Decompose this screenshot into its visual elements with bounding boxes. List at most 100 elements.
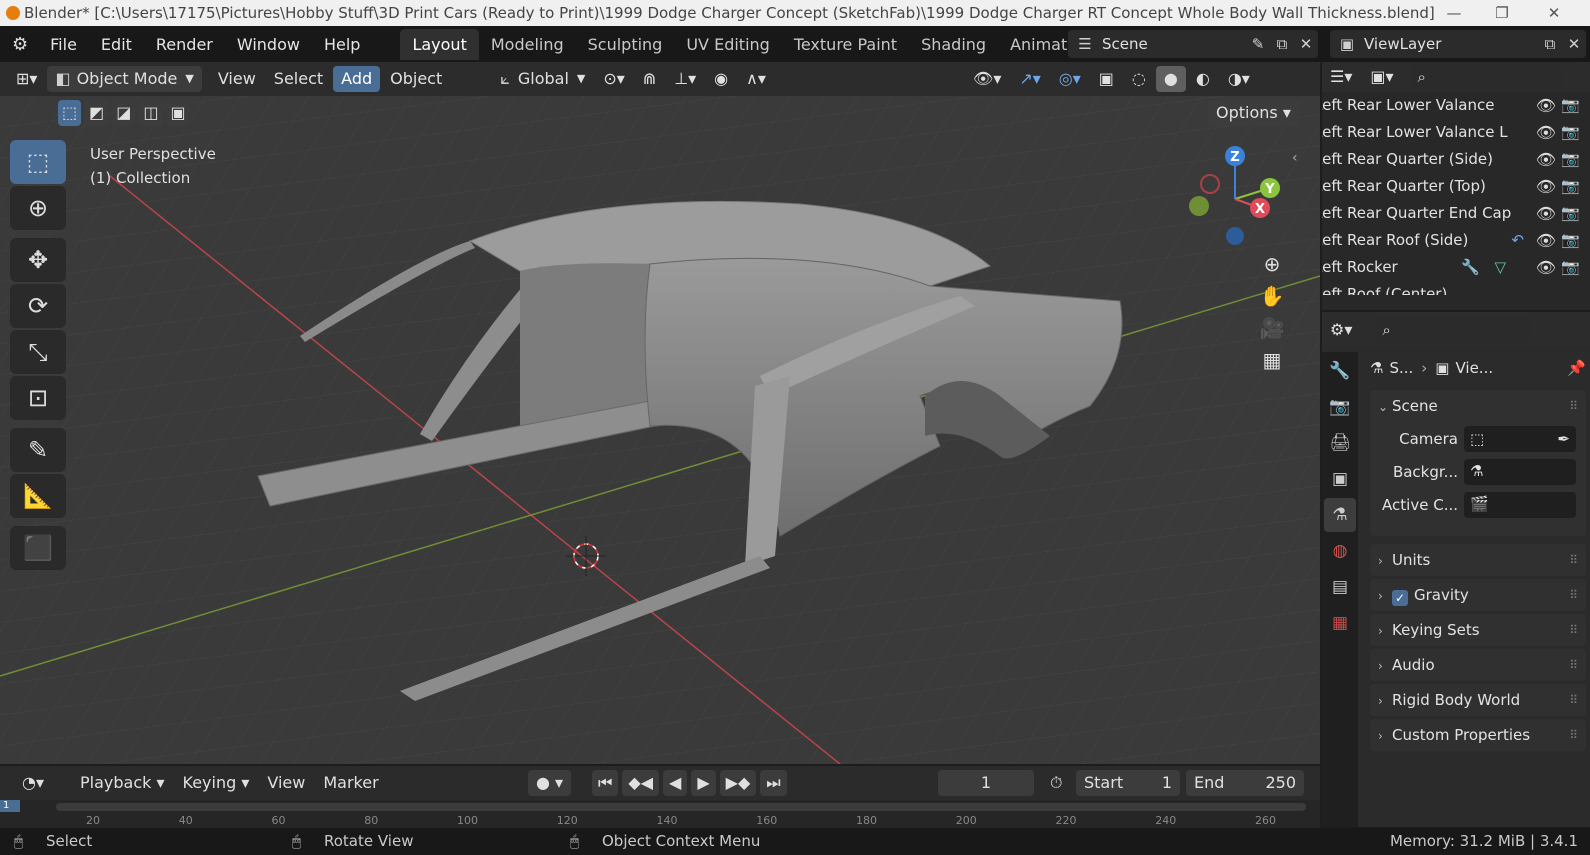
scene-panel-header[interactable]: ⌄ Scene ⠿ <box>1370 390 1586 422</box>
drag-handle-icon[interactable]: ⠿ <box>1569 579 1578 611</box>
transform-tool-icon[interactable]: ⊡ <box>10 376 66 420</box>
camera-view-icon[interactable]: 🎥 <box>1260 316 1285 340</box>
add-cube-tool-icon[interactable]: ⬛ <box>10 526 66 570</box>
outliner-item[interactable]: Left Rocker 🔧 ▽ 👁 📷 <box>1322 254 1590 281</box>
drag-handle-icon[interactable]: ⠿ <box>1569 614 1578 646</box>
gizmo-neg-y[interactable] <box>1189 196 1209 216</box>
camera-icon[interactable]: 📷 <box>1561 119 1580 146</box>
view-layer-tab-icon[interactable]: ▣ <box>1324 462 1356 496</box>
display-mode-icon[interactable]: ▣▾ <box>1362 64 1401 90</box>
gizmo-neg-z[interactable] <box>1226 227 1244 245</box>
rigid-body-world-panel[interactable]: › Rigid Body World ⠿ <box>1370 684 1586 716</box>
background-scene-field[interactable]: ⚗ <box>1464 459 1576 485</box>
menu-view[interactable]: View <box>210 66 264 92</box>
snap-target-icon[interactable]: ⊥▾ <box>666 66 704 92</box>
camera-icon[interactable]: 📷 <box>1561 227 1580 254</box>
start-frame-field[interactable]: Start 1 <box>1076 770 1180 796</box>
properties-editor-icon[interactable]: ⚙▾ <box>1322 317 1360 343</box>
select-intersect-icon[interactable]: ▣ <box>166 100 190 126</box>
wireframe-shading-icon[interactable]: ◌ <box>1124 66 1154 92</box>
scene-selector[interactable]: ☰ Scene ✎ ⧉ ✕ <box>1068 30 1318 58</box>
tool-tab-icon[interactable]: 🔧 <box>1324 354 1356 388</box>
workspace-tab-shading[interactable]: Shading <box>909 29 998 60</box>
outliner-item[interactable]: Left Rear Lower Valance L 👁 📷 <box>1322 119 1590 146</box>
drag-handle-icon[interactable]: ⠿ <box>1569 719 1578 751</box>
cursor-tool-icon[interactable]: ⊕ <box>10 186 66 230</box>
menu-select[interactable]: Select <box>266 66 331 92</box>
render-tab-icon[interactable]: 📷 <box>1324 390 1356 424</box>
outliner-editor-icon[interactable]: ☰▾ <box>1322 64 1360 90</box>
material-shading-icon[interactable]: ◐ <box>1188 66 1218 92</box>
next-keyframe-icon[interactable]: ▶◆ <box>719 770 757 796</box>
select-extend-icon[interactable]: ◩ <box>85 100 109 126</box>
eyedropper-icon[interactable]: ✒ <box>1557 430 1570 448</box>
gizmo-icon[interactable]: ↗▾ <box>1011 66 1048 92</box>
select-new-icon[interactable]: ⬚ <box>58 100 82 126</box>
stopwatch-icon[interactable]: ⏱ <box>1042 770 1070 796</box>
outliner-item[interactable]: Left Rear Quarter (Side) 👁 📷 <box>1322 146 1590 173</box>
properties-search-input[interactable]: ⌕ <box>1376 317 1531 343</box>
remove-scene-icon[interactable]: ✕ <box>1294 35 1318 53</box>
visibility-icon[interactable]: 👁▾ <box>965 66 1009 92</box>
scale-tool-icon[interactable]: ⤡ <box>10 330 66 374</box>
timeline-ruler[interactable]: 1 20 40 60 80 100 120 140 160 180 200 22… <box>0 800 1320 828</box>
menu-file[interactable]: File <box>38 35 89 54</box>
navigation-gizmo[interactable]: Z Y X <box>1180 144 1290 254</box>
camera-icon[interactable]: 📷 <box>1561 146 1580 173</box>
eye-icon[interactable]: 👁 <box>1536 173 1556 200</box>
timeline-view-menu[interactable]: View <box>259 770 313 796</box>
eye-icon[interactable]: 👁 <box>1536 227 1556 254</box>
transform-orientation-dropdown[interactable]: ⟀ Global ▼ <box>492 66 593 92</box>
auto-keying-icon[interactable]: ● ▾ <box>528 770 572 796</box>
mesh-data-icon[interactable]: ▽ <box>1494 254 1506 281</box>
playback-menu[interactable]: Playback ▾ <box>72 770 173 796</box>
menu-render[interactable]: Render <box>144 35 225 54</box>
pan-hand-icon[interactable]: ✋ <box>1260 284 1285 308</box>
workspace-tab-layout[interactable]: Layout <box>400 28 479 60</box>
options-dropdown[interactable]: Options ▾ <box>1208 100 1299 126</box>
prev-keyframe-icon[interactable]: ◆◀ <box>622 770 660 796</box>
eye-icon[interactable]: 👁 <box>1536 146 1556 173</box>
world-tab-icon[interactable]: ◍ <box>1324 534 1356 568</box>
pivot-point-icon[interactable]: ⊙▾ <box>595 66 632 92</box>
curve-icon[interactable]: ↶ <box>1511 227 1524 254</box>
measure-tool-icon[interactable]: 📐 <box>10 474 66 518</box>
eye-icon[interactable]: 👁 <box>1536 200 1556 227</box>
outliner-item[interactable]: Left Rear Lower Valance 👁 📷 <box>1322 92 1590 119</box>
overlays-icon[interactable]: ◎▾ <box>1051 66 1089 92</box>
pin-icon[interactable]: 📌 <box>1567 359 1586 377</box>
jump-end-icon[interactable]: ⏭ <box>760 770 787 796</box>
gravity-panel[interactable]: › ✓ Gravity ⠿ <box>1370 579 1586 611</box>
outliner-item[interactable]: Left Roof (Center) <box>1322 281 1590 295</box>
annotate-tool-icon[interactable]: ✎ <box>10 428 66 472</box>
select-subtract-icon[interactable]: ◪ <box>112 100 136 126</box>
ortho-grid-icon[interactable]: ▦ <box>1263 348 1282 372</box>
wrench-modifier-icon[interactable]: 🔧 <box>1461 254 1480 281</box>
end-frame-field[interactable]: End 250 <box>1186 770 1304 796</box>
marker-menu[interactable]: Marker <box>315 770 386 796</box>
snap-icon[interactable]: ⋒ <box>635 66 664 92</box>
outliner-search-input[interactable]: ⌕ <box>1411 65 1562 89</box>
minimize-button[interactable]: — <box>1430 0 1478 26</box>
custom-properties-panel[interactable]: › Custom Properties ⠿ <box>1370 719 1586 751</box>
rotate-tool-icon[interactable]: ⟳ <box>10 284 66 328</box>
eye-icon[interactable]: 👁 <box>1536 254 1556 281</box>
play-reverse-icon[interactable]: ◀ <box>663 770 688 796</box>
audio-panel[interactable]: › Audio ⠿ <box>1370 649 1586 681</box>
zoom-icon[interactable]: ⊕ <box>1264 252 1281 276</box>
proportional-edit-icon[interactable]: ◉ <box>706 66 736 92</box>
blender-menu-icon[interactable]: ⚙ <box>0 34 38 55</box>
camera-icon[interactable]: 📷 <box>1561 92 1580 119</box>
gravity-checkbox[interactable]: ✓ <box>1392 590 1408 606</box>
current-frame-field[interactable]: 1 <box>938 770 1034 796</box>
camera-icon[interactable]: 📷 <box>1561 254 1580 281</box>
select-invert-icon[interactable]: ◫ <box>139 100 163 126</box>
new-scene-icon[interactable]: ⧉ <box>1270 35 1294 53</box>
drag-handle-icon[interactable]: ⠿ <box>1569 684 1578 716</box>
output-tab-icon[interactable]: 🖨 <box>1324 426 1356 460</box>
solid-shading-icon[interactable]: ● <box>1155 66 1186 92</box>
workspace-tab-modeling[interactable]: Modeling <box>479 29 576 60</box>
units-panel[interactable]: › Units ⠿ <box>1370 544 1586 576</box>
timeline-editor-icon[interactable]: ◔▾ <box>14 770 52 796</box>
editor-type-icon[interactable]: ⊞▾ <box>8 66 45 92</box>
